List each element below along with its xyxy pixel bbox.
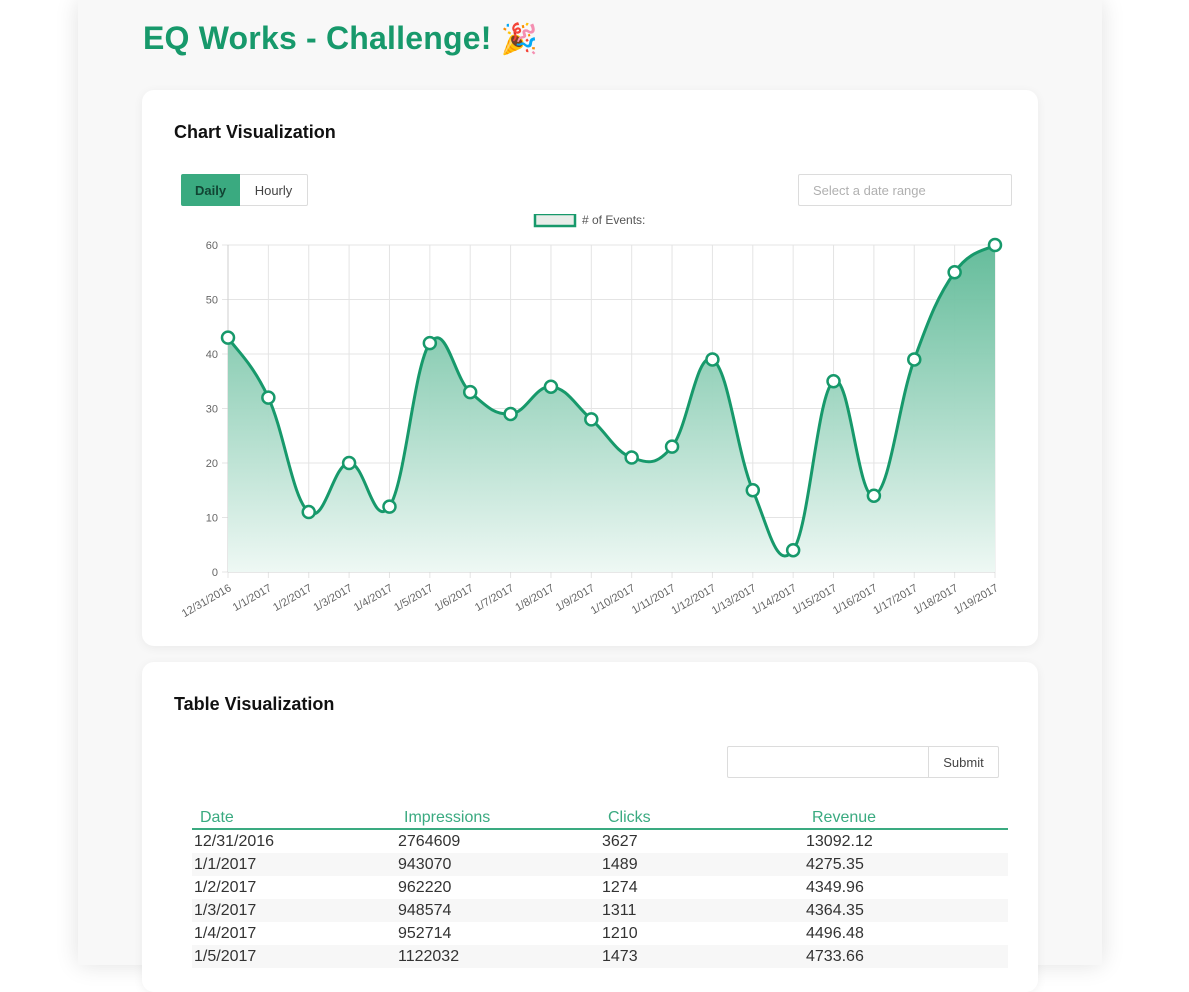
y-tick-label: 10: [206, 513, 218, 525]
cell-clicks: 1311: [600, 899, 804, 922]
data-point: [907, 352, 922, 367]
column-header-revenue[interactable]: Revenue: [804, 808, 1008, 830]
cell-date: 1/3/2017: [192, 899, 396, 922]
cell-clicks: 1489: [600, 853, 804, 876]
x-tick-label: 1/19/2017: [952, 582, 1000, 617]
page-title-text: EQ Works - Challenge!: [143, 20, 492, 56]
x-tick-label: 1/3/2017: [312, 582, 355, 614]
cell-revenue: 13092.12: [806, 832, 873, 850]
data-point: [624, 450, 639, 465]
cell-clicks: 1274: [602, 878, 638, 896]
table-row: 1/2/2017 962220 1274 4349.96: [192, 876, 1008, 899]
page-title: EQ Works - Challenge! 🎉: [143, 20, 538, 57]
cell-revenue: 4496.48: [806, 924, 864, 942]
page-container: EQ Works - Challenge! 🎉 Chart Visualizat…: [78, 0, 1102, 992]
legend-swatch: [533, 214, 577, 228]
data-point: [866, 488, 882, 503]
cell-revenue: 4364.35: [804, 899, 1008, 922]
column-header-impressions[interactable]: Impressions: [396, 808, 600, 830]
y-tick-label: 20: [206, 458, 218, 470]
x-tick-label: 1/4/2017: [352, 582, 395, 614]
submit-button[interactable]: Submit: [928, 746, 999, 778]
cell-impressions: 2764609: [398, 832, 461, 850]
column-header-date[interactable]: Date: [192, 808, 396, 830]
x-tick-label: 1/14/2017: [750, 582, 798, 617]
table-header-row: Date Impressions Clicks Revenue: [192, 808, 1008, 830]
cell-clicks: 1210: [602, 924, 638, 942]
table-row: 1/1/2017 943070 1489 4275.35: [192, 853, 1008, 876]
table-card: Table Visualization Submit Date Impressi…: [142, 662, 1038, 992]
data-point: [745, 483, 761, 498]
y-tick-label: 30: [206, 404, 218, 416]
y-tick-label: 50: [206, 295, 218, 307]
data-point: [826, 374, 841, 389]
data-point: [261, 390, 276, 405]
cell-impressions: 962220: [398, 878, 452, 896]
cell-clicks: 3627: [602, 832, 638, 850]
y-tick-label: 60: [206, 240, 218, 252]
x-tick-label: 12/31/2016: [180, 582, 234, 620]
data-point: [584, 412, 599, 427]
x-tick-label: 1/13/2017: [710, 582, 758, 617]
chart-card-title: Chart Visualization: [174, 122, 336, 142]
data-point: [987, 237, 1003, 253]
y-tick-label: 0: [212, 567, 218, 579]
events-area-chart: 010203040506012/31/20161/1/20171/2/20171…: [180, 214, 1003, 620]
x-tick-label: 1/1/2017: [231, 582, 274, 614]
data-point: [664, 439, 680, 454]
y-tick-label: 40: [206, 349, 218, 361]
cell-date: 1/2/2017: [194, 878, 257, 896]
table-row: 1/4/2017 952714 1210 4496.48: [192, 922, 1008, 945]
table-row: 12/31/2016 2764609 3627 13092.12: [192, 829, 1008, 853]
date-range-input[interactable]: [798, 174, 1012, 206]
x-tick-label: 1/18/2017: [912, 582, 960, 617]
table-search: Submit: [727, 746, 999, 778]
data-point: [220, 330, 236, 345]
data-point: [947, 265, 962, 280]
data-point: [462, 384, 478, 400]
column-header-clicks[interactable]: Clicks: [600, 808, 804, 830]
hourly-button[interactable]: Hourly: [240, 174, 308, 206]
cell-impressions: 943070: [396, 853, 600, 876]
x-tick-label: 1/15/2017: [791, 582, 839, 617]
data-point: [543, 379, 559, 394]
table-card-title: Table Visualization: [174, 694, 335, 714]
x-tick-label: 1/12/2017: [670, 582, 718, 617]
party-popper-icon: 🎉: [500, 23, 539, 56]
x-tick-label: 1/11/2017: [630, 582, 678, 616]
data-point: [341, 455, 357, 471]
legend-label: # of Events:: [582, 214, 645, 227]
x-tick-label: 1/5/2017: [392, 582, 435, 614]
x-tick-label: 1/10/2017: [589, 582, 637, 617]
cell-date: 1/1/2017: [192, 853, 396, 876]
daily-button[interactable]: Daily: [181, 174, 240, 206]
x-tick-label: 1/6/2017: [433, 582, 476, 614]
cell-date: 12/31/2016: [194, 832, 275, 850]
x-tick-label: 1/7/2017: [473, 582, 516, 614]
data-table: Date Impressions Clicks Revenue 12/31/20…: [192, 808, 1008, 968]
cell-revenue: 4275.35: [804, 853, 1008, 876]
cell-date: 1/4/2017: [194, 924, 257, 942]
x-tick-label: 1/16/2017: [831, 582, 879, 617]
x-tick-label: 1/17/2017: [871, 582, 919, 617]
cell-impressions: 948574: [396, 899, 600, 922]
x-tick-label: 1/2/2017: [271, 582, 314, 614]
data-point: [301, 504, 316, 520]
cell-revenue: 4349.96: [806, 878, 864, 896]
data-point: [705, 352, 720, 367]
data-point: [382, 499, 397, 514]
granularity-toggle: Daily Hourly: [181, 174, 308, 206]
chart-card: Chart Visualization Daily Hourly 0 10 20 30…: [142, 90, 1038, 646]
data-point: [785, 542, 801, 558]
x-tick-label: 1/8/2017: [513, 582, 556, 614]
data-point: [422, 335, 438, 351]
table-row: 1/3/2017 948574 1311 4364.35: [192, 899, 1008, 922]
data-point: [503, 406, 518, 422]
cell-impressions: 952714: [398, 924, 452, 942]
search-input[interactable]: [727, 746, 928, 778]
